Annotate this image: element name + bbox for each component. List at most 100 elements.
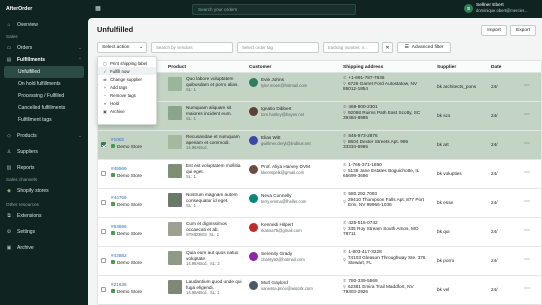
- table-row[interactable]: #63696 Demo Store Cum et dignissimos occae…: [98, 218, 541, 247]
- puzzle-icon: ⧉: [7, 213, 11, 219]
- bulk-action-label: Select action: [102, 45, 130, 50]
- product-thumbnail: [168, 193, 182, 207]
- topbar: ▦ Search your orders S Sellner Ebert dom…: [88, 0, 542, 18]
- customer-email: rkamia75@gmail.com: [261, 227, 302, 233]
- product-thumbnail: [168, 106, 182, 120]
- table-row[interactable]: #43882 Demo Store Quia eum aut quos natus …: [98, 247, 541, 276]
- supplier-cell[interactable]: bk qui: [437, 229, 450, 235]
- table-row[interactable]: #1000Demo StoreQuo labore voluptatem qui…: [98, 73, 541, 102]
- product-title[interactable]: Cum et dignissimos occaecati et ab.: [186, 221, 242, 232]
- row-checkbox[interactable]: [101, 171, 106, 176]
- row-checkbox[interactable]: [101, 142, 106, 147]
- menu-item[interactable]: ✓ Fulfill now: [98, 67, 156, 75]
- sidebar-item-suppliers[interactable]: ♙ Suppliers: [0, 146, 88, 158]
- clear-filter-icon[interactable]: ✕: [382, 42, 393, 53]
- customer-cell: Neva Connelly terry.emma@fheller.com: [261, 193, 339, 204]
- customer-email: charity50@hotmail.com: [261, 256, 305, 262]
- menu-item[interactable]: ▢ Print shipping label: [98, 59, 156, 67]
- advanced-filter-button[interactable]: ☰ Advanced filter: [397, 42, 451, 53]
- sidebar-item-overview[interactable]: ⌂ Overview: [0, 19, 88, 31]
- date-cell: 24/: [491, 200, 498, 205]
- order-number-link[interactable]: #43882: [111, 253, 142, 259]
- product-title[interactable]: Quia eum aut quos natus voluptate: [186, 250, 242, 261]
- more-actions-icon[interactable]: ⋯: [524, 140, 530, 147]
- tag-filter-select[interactable]: Select order tag: [237, 42, 319, 53]
- sidebar-item-shopify[interactable]: ◆ Shopify stores: [0, 185, 88, 197]
- supplier-cell[interactable]: bk architects_pons: [437, 84, 476, 90]
- sidebar-item-fulfillments[interactable]: ▤ Fulfillments ⌃: [0, 54, 88, 66]
- product-title[interactable]: Nostrum magnam autem consequatur id eget…: [186, 192, 242, 203]
- sidebar-item-archive[interactable]: ▣ Archive: [0, 242, 88, 254]
- menu-item[interactable]: ⏸ Hold: [98, 99, 156, 107]
- supplier-cell[interactable]: bk scs: [437, 113, 450, 119]
- store-name: Demo Store: [117, 259, 143, 265]
- section-label-channels: Sales channels: [6, 177, 38, 182]
- vendor-filter-input[interactable]: Search by vendors: [151, 42, 233, 53]
- bulk-action-select[interactable]: Select action ⌄: [97, 42, 147, 53]
- archive-icon: ▣: [6, 245, 12, 251]
- row-checkbox[interactable]: [101, 200, 106, 205]
- sidebar-item-products[interactable]: ◇ Products ⌄: [0, 130, 88, 142]
- order-cell: #1002 Demo Store: [111, 137, 142, 149]
- supplier-cell[interactable]: bk esse: [437, 200, 453, 206]
- row-checkbox[interactable]: [101, 287, 106, 292]
- store-icon: [111, 173, 115, 178]
- order-cell: #45569 Demo Store: [111, 166, 142, 178]
- sidebar-item-unfulfilled[interactable]: Unfulfilled: [4, 66, 84, 78]
- menu-item[interactable]: ▣ Archive: [98, 107, 156, 115]
- table-row[interactable]: #45569 Demo Store Est est voluptatem molli…: [98, 160, 541, 189]
- product-title[interactable]: Numquam aliquam sit maiores incident eum…: [186, 105, 242, 116]
- more-actions-icon[interactable]: ⋯: [524, 285, 530, 292]
- more-actions-icon[interactable]: ⋯: [524, 227, 530, 234]
- user-menu[interactable]: S Sellner Ebert dominique.obert@mercier.…: [464, 3, 528, 14]
- store-icon: [111, 289, 115, 294]
- shipping-cell: ✆ 425-515-0742 ⚲ 335 Roy Stream South Amos,…: [343, 220, 433, 237]
- address: 29410 Thompson Falls Apt. 877 Port Erin,…: [347, 196, 424, 208]
- product-title[interactable]: Est est voluptatem mollitia qui eget.: [186, 163, 242, 174]
- menu-item[interactable]: − Remove tags: [98, 91, 156, 99]
- order-number-link[interactable]: #63696: [111, 224, 142, 230]
- sidebar-item-fulfillment-tags[interactable]: Fulfillment tags: [0, 114, 88, 126]
- supplier-cell[interactable]: bk volupties: [437, 171, 462, 177]
- product-title[interactable]: Recusandae et numquam aperiam et commodi…: [186, 134, 242, 145]
- supplier-cell[interactable]: bk art: [437, 142, 449, 148]
- row-checkbox[interactable]: [101, 258, 106, 263]
- more-actions-icon[interactable]: ⋯: [524, 169, 530, 176]
- customer-cell: Elias Witt gwillmer.deryl@lindkus.net: [261, 135, 339, 146]
- tracking-filter-input[interactable]: tracking number, n...: [323, 42, 379, 53]
- sidebar-item-reports[interactable]: ▥ Reports: [0, 162, 88, 174]
- menu-item-label: Print shipping label: [110, 60, 148, 66]
- sidebar-item-on-hold[interactable]: On hold fulfillments: [0, 78, 88, 90]
- table-row[interactable]: #1002 Demo Store Recusandae et numquam ape…: [98, 131, 541, 160]
- sidebar-item-cancelled[interactable]: Cancelled fulfillments: [0, 102, 88, 114]
- export-button[interactable]: Export: [510, 25, 536, 36]
- table-row[interactable]: #44769 Demo Store Nostrum magnam autem con…: [98, 189, 541, 218]
- sidebar-item-settings[interactable]: ⚙ Settings: [0, 226, 88, 238]
- table-row[interactable]: #21636 Demo Store Laudantium quod unde qui…: [98, 276, 541, 304]
- table-row[interactable]: #1001Demo StoreNumquam aliquam sit maior…: [98, 102, 541, 131]
- product-thumbnail: [168, 222, 182, 236]
- global-search-input[interactable]: Search your orders: [192, 4, 356, 15]
- order-cell: #63696 Demo Store: [111, 224, 142, 236]
- sidebar-toggle-icon[interactable]: ▦: [94, 5, 102, 13]
- chevron-down-icon: ⌄: [78, 133, 82, 138]
- order-number-link[interactable]: #44769: [111, 195, 142, 201]
- order-number-link[interactable]: #1002: [111, 137, 142, 143]
- sidebar-item-processing[interactable]: Processing / Fulfilled: [0, 90, 88, 102]
- order-number-link[interactable]: #45569: [111, 166, 142, 172]
- more-actions-icon[interactable]: ⋯: [524, 111, 530, 118]
- more-actions-icon[interactable]: ⋯: [524, 198, 530, 205]
- sidebar-item-orders[interactable]: ▭ Orders ⌄: [0, 42, 88, 54]
- row-checkbox[interactable]: [101, 229, 106, 234]
- menu-item[interactable]: ⇄ Change supplier: [98, 75, 156, 83]
- sidebar-item-extensions[interactable]: ⧉ Extensions: [0, 210, 88, 222]
- supplier-cell[interactable]: bk porro: [437, 258, 454, 264]
- order-number-link[interactable]: #21636: [111, 282, 142, 288]
- product-title[interactable]: Laudantium quod unde qui fuga eligendi.: [186, 279, 242, 290]
- menu-item[interactable]: + Add tags: [98, 83, 156, 91]
- import-button[interactable]: Import: [481, 25, 507, 36]
- more-actions-icon[interactable]: ⋯: [524, 256, 530, 263]
- more-actions-icon[interactable]: ⋯: [524, 82, 530, 89]
- product-title[interactable]: Quo labore voluptatem quibusdam et porro…: [186, 76, 242, 87]
- supplier-cell[interactable]: bk vel: [437, 287, 449, 293]
